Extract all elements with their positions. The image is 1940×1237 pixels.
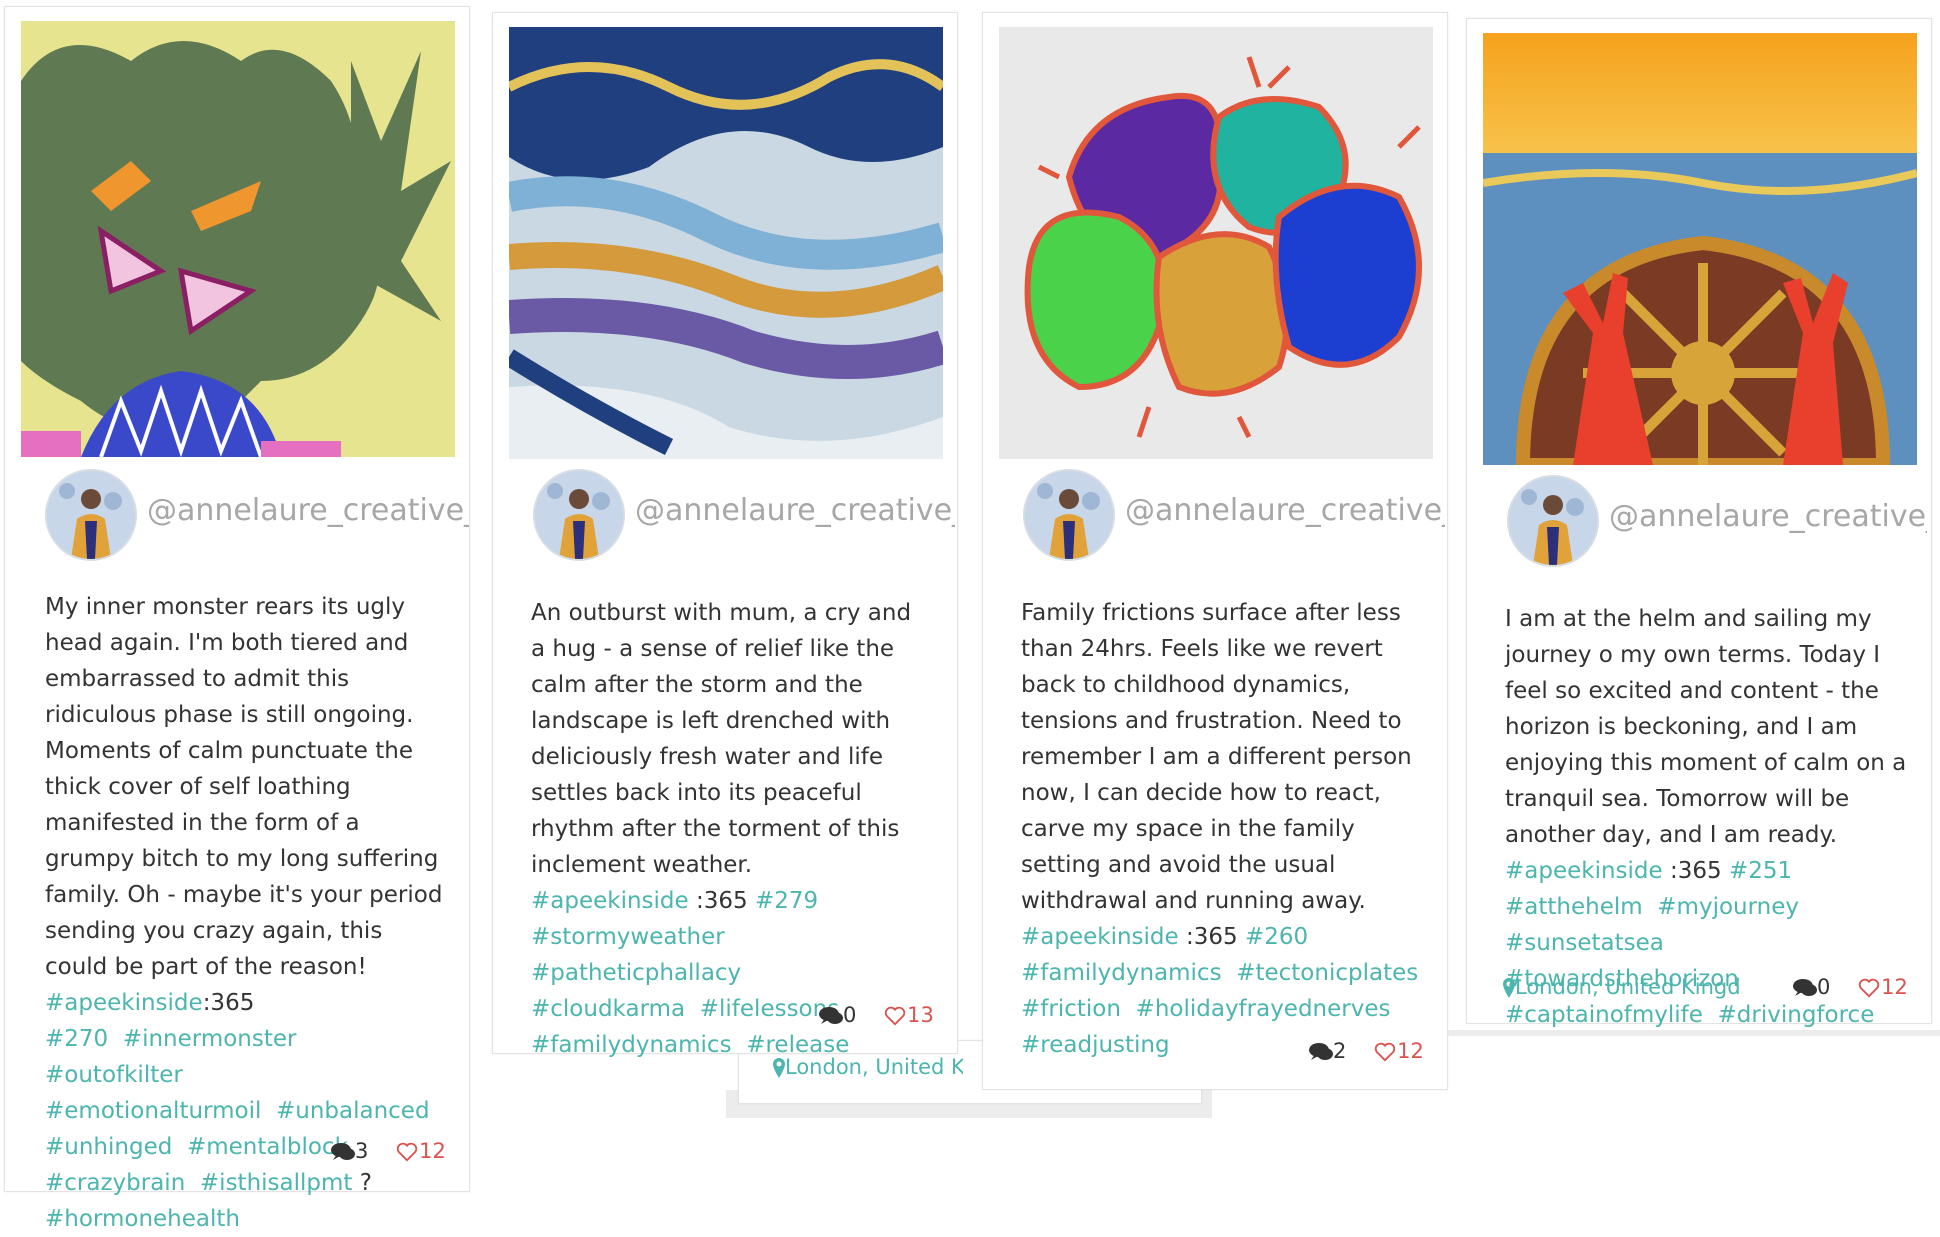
hashtag[interactable]: #crazybrain: [45, 1170, 185, 1196]
hashtag[interactable]: #apeekinside: [531, 888, 689, 914]
location-text: London, United Kingd...: [1515, 975, 1743, 999]
comment-count[interactable]: 3: [331, 1139, 375, 1163]
caption-text: Family frictions surface after less than…: [1021, 600, 1412, 914]
comment-count[interactable]: 2: [1309, 1039, 1353, 1063]
post-card: @annelaure_creative_exp My inner monster…: [4, 6, 470, 1232]
hashtag[interactable]: #familydynamics: [1021, 960, 1222, 986]
post-card: @annelaure_creative_exp Family frictions…: [982, 12, 1448, 1090]
avatar[interactable]: [533, 469, 625, 561]
heart-icon: [884, 1006, 906, 1026]
hashtag[interactable]: #atthehelm: [1505, 894, 1643, 920]
hashtag[interactable]: #unhinged: [45, 1134, 172, 1160]
hashtag[interactable]: #260: [1245, 924, 1308, 950]
heart-icon: [396, 1142, 418, 1162]
post-image[interactable]: [999, 27, 1433, 459]
post-caption: Family frictions surface after less than…: [1021, 595, 1425, 1063]
like-count[interactable]: 13: [883, 1003, 934, 1027]
hashtag[interactable]: #myjourney: [1657, 894, 1799, 920]
comments-icon: [1309, 1043, 1333, 1060]
hashtag[interactable]: #familydynamics: [531, 1032, 732, 1058]
post-stats: 3 12: [331, 1139, 446, 1163]
hashtag[interactable]: #patheticphallacy: [531, 960, 741, 986]
caption-text: My inner monster rears its ugly head aga…: [45, 594, 443, 980]
caption-text: I am at the helm and sailing my journey …: [1505, 606, 1907, 848]
hashtag[interactable]: #stormyweather: [531, 924, 725, 950]
hashtag[interactable]: #mentalblock: [187, 1134, 348, 1160]
avatar[interactable]: [1023, 469, 1115, 561]
caption-suffix: ?: [359, 1170, 372, 1196]
day-count: :365: [202, 990, 255, 1016]
day-count: :365: [1670, 858, 1722, 884]
like-count[interactable]: 12: [395, 1139, 446, 1163]
comment-count[interactable]: 0: [819, 1003, 863, 1027]
hashtag[interactable]: #sunsetatsea: [1505, 930, 1664, 956]
hashtag[interactable]: #279: [755, 888, 818, 914]
post-card: @annelaure_creative_exp An outburst with…: [492, 12, 958, 1058]
hashtag[interactable]: #friction: [1021, 996, 1121, 1022]
hashtag[interactable]: #release: [746, 1032, 849, 1058]
hashtag[interactable]: #readjusting: [1021, 1032, 1170, 1058]
hashtag[interactable]: #apeekinside: [1021, 924, 1179, 950]
post-stats: 0 13: [819, 1003, 934, 1027]
hashtag[interactable]: #cloudkarma: [531, 996, 685, 1022]
hashtag[interactable]: #captainofmylife: [1505, 1002, 1703, 1028]
avatar[interactable]: [45, 469, 137, 561]
hashtag[interactable]: #251: [1729, 858, 1792, 884]
comment-count[interactable]: 0: [1793, 975, 1837, 999]
username[interactable]: @annelaure_creative_exp: [1125, 493, 1445, 528]
like-count[interactable]: 12: [1373, 1039, 1424, 1063]
hashtag[interactable]: #apeekinside: [1505, 858, 1663, 884]
comments-icon: [1793, 979, 1817, 996]
comments-icon: [331, 1143, 355, 1160]
hashtag[interactable]: #outofkilter: [45, 1062, 183, 1088]
post-image[interactable]: [509, 27, 943, 459]
hashtag[interactable]: #emotionalturmoil: [45, 1098, 261, 1124]
post-stats: 0 12: [1793, 975, 1908, 999]
map-marker-icon: [1503, 978, 1515, 998]
hashtag[interactable]: #270: [45, 1026, 108, 1052]
hashtag[interactable]: #unbalanced: [276, 1098, 430, 1124]
hashtag[interactable]: #hormonehealth: [45, 1206, 240, 1232]
username[interactable]: @annelaure_creative_exp: [147, 493, 469, 528]
username[interactable]: @annelaure_creative_exp: [1609, 499, 1927, 534]
caption-text: An outburst with mum, a cry and a hug - …: [531, 600, 912, 878]
post-caption: I am at the helm and sailing my journey …: [1505, 601, 1909, 1033]
avatar[interactable]: [1507, 475, 1599, 567]
post-card: @annelaure_creative_exp I am at the helm…: [1466, 18, 1932, 1028]
hashtag[interactable]: #apeekinside: [45, 990, 203, 1016]
heart-icon: [1374, 1042, 1396, 1062]
day-count: :365: [696, 888, 748, 914]
post-image[interactable]: [1483, 33, 1917, 465]
comments-icon: [819, 1007, 843, 1024]
hashtag[interactable]: #isthisallpmt: [200, 1170, 353, 1196]
heart-icon: [1858, 978, 1880, 998]
username[interactable]: @annelaure_creative_exp: [635, 493, 955, 528]
hashtag[interactable]: #holidayfrayednerves: [1136, 996, 1391, 1022]
post-stats: 2 12: [1309, 1039, 1424, 1063]
hashtag[interactable]: #tectonicplates: [1236, 960, 1418, 986]
hashtag[interactable]: #drivingforce: [1718, 1002, 1875, 1028]
day-count: :365: [1186, 924, 1238, 950]
hashtag[interactable]: #innermonster: [123, 1026, 297, 1052]
location-link[interactable]: London, United Kingd...: [1503, 975, 1743, 999]
like-count[interactable]: 12: [1857, 975, 1908, 999]
post-image[interactable]: [21, 21, 455, 457]
post-caption: An outburst with mum, a cry and a hug - …: [531, 595, 931, 1063]
